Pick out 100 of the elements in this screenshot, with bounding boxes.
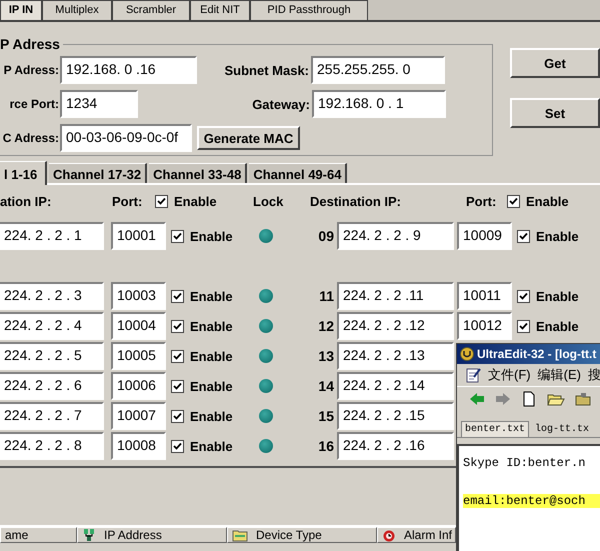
file-tab[interactable]: log-tt.tx <box>532 422 592 437</box>
destination-ip-field[interactable]: 224. 2 . 2 .15 <box>337 402 454 430</box>
action-button[interactable]: Get <box>510 48 600 78</box>
checkbox-label: Enable <box>190 228 233 244</box>
window-title: UltraEdit-32 - [log-tt.t <box>477 347 596 361</box>
field-label: P Adress: <box>2 63 60 77</box>
list-column-header[interactable]: IP Address <box>77 527 227 543</box>
menu-item[interactable]: 编辑(E) <box>538 366 581 384</box>
tab[interactable]: Scrambler <box>112 0 190 20</box>
action-button[interactable]: Set <box>510 98 600 128</box>
column-header: Destination IP: <box>310 194 402 208</box>
channel-number: 09 <box>318 228 334 244</box>
menu-item[interactable]: 搜 <box>588 366 600 384</box>
mac-address-field[interactable]: 00-03-06-09-0c-0f <box>60 124 192 152</box>
generate-mac-button[interactable]: Generate MAC <box>197 126 300 150</box>
destination-ip-field[interactable]: 224. 2 . 2 .11 <box>337 282 454 310</box>
channel-tab[interactable]: l 1-16 <box>0 161 47 185</box>
checkbox-label: Enable <box>536 228 579 244</box>
destination-ip-field[interactable]: 224. 2 . 2 .14 <box>337 372 454 400</box>
checkbox[interactable] <box>517 290 530 302</box>
checkbox[interactable] <box>171 350 184 362</box>
destination-ip-field[interactable]: 224. 2 . 2 .12 <box>337 312 454 340</box>
checkbox[interactable] <box>517 230 530 242</box>
column-header: ation IP: <box>0 194 52 208</box>
port-field[interactable]: 10003 <box>111 282 166 310</box>
new-file-icon[interactable] <box>521 391 537 407</box>
destination-ip-field[interactable]: 224. 2 . 2 . 9 <box>337 222 454 250</box>
tab[interactable]: IP IN <box>0 0 42 20</box>
checkbox[interactable] <box>155 194 168 208</box>
destination-ip-field[interactable]: 224. 2 . 2 . 7 <box>0 402 104 430</box>
tab[interactable]: Edit NIT <box>190 0 250 20</box>
subnet-mask-field[interactable]: 255.255.255. 0 <box>311 56 445 84</box>
field-label: rce Port: <box>8 97 60 111</box>
list-column-header[interactable]: Device Type <box>227 527 377 543</box>
checkbox[interactable] <box>507 194 520 208</box>
channel-number: 16 <box>318 438 334 454</box>
destination-ip-field[interactable]: 224. 2 . 2 . 5 <box>0 342 104 370</box>
menu-item[interactable]: 文件(F) <box>488 366 531 384</box>
checkbox[interactable] <box>171 380 184 392</box>
checkbox-label: Enable <box>190 408 233 424</box>
port-field[interactable]: 10012 <box>457 312 512 340</box>
checkbox-label: Enable <box>190 318 233 334</box>
port-field[interactable]: 10005 <box>111 342 166 370</box>
destination-ip-field[interactable]: 224. 2 . 2 . 6 <box>0 372 104 400</box>
text-line: Skype ID:benter.n <box>463 456 586 470</box>
channel-tab[interactable]: Channel 49-64 <box>249 163 348 183</box>
field-label: Gateway: <box>251 96 311 112</box>
checkbox[interactable] <box>171 410 184 422</box>
checkbox[interactable] <box>517 320 530 332</box>
list-column-header[interactable]: Alarm Inf <box>377 527 456 543</box>
port-field[interactable]: 10008 <box>111 432 166 460</box>
notepad-icon <box>465 367 481 383</box>
checkbox-label: Enable <box>526 194 569 208</box>
folder-icon <box>232 528 248 542</box>
destination-ip-field[interactable]: 224. 2 . 2 . 4 <box>0 312 104 340</box>
tab[interactable]: PID Passthrough <box>250 0 368 20</box>
checkbox-label: Enable <box>536 288 579 304</box>
checkbox[interactable] <box>171 320 184 332</box>
checkbox-label: Enable <box>536 318 579 334</box>
network-icon <box>82 528 96 542</box>
field-label: Subnet Mask: <box>223 62 310 78</box>
channel-tab[interactable]: Channel 33-48 <box>149 163 248 183</box>
destination-ip-field[interactable]: 224. 2 . 2 .16 <box>337 432 454 460</box>
port-field[interactable]: 10004 <box>111 312 166 340</box>
channel-tab[interactable]: Channel 17-32 <box>49 163 148 183</box>
channel-number: 13 <box>318 348 334 364</box>
app-logo-icon <box>460 347 474 361</box>
port-field[interactable]: 10007 <box>111 402 166 430</box>
port-field[interactable]: 10006 <box>111 372 166 400</box>
destination-ip-field[interactable]: 224. 2 . 2 .13 <box>337 342 454 370</box>
source-port-field[interactable]: 1234 <box>60 90 138 118</box>
checkbox-label: Enable <box>190 348 233 364</box>
column-header: Lock <box>253 194 284 208</box>
ip-address-field[interactable]: 192.168. 0 .16 <box>60 56 197 84</box>
column-header: Port: <box>112 194 144 208</box>
list-column-header[interactable]: ame <box>0 527 77 543</box>
checkbox-label: Enable <box>190 438 233 454</box>
folder-icon[interactable] <box>575 391 591 407</box>
channel-number: 14 <box>318 378 334 394</box>
gateway-field[interactable]: 192.168. 0 . 1 <box>312 90 446 118</box>
checkbox[interactable] <box>171 290 184 302</box>
port-field[interactable]: 10001 <box>111 222 166 250</box>
port-field[interactable]: 10011 <box>457 282 512 310</box>
field-label: C Adress: <box>2 131 60 145</box>
column-header: Port: <box>466 194 498 208</box>
port-field[interactable]: 10009 <box>457 222 512 250</box>
checkbox-label: Enable <box>190 288 233 304</box>
destination-ip-field[interactable]: 224. 2 . 2 . 1 <box>0 222 104 250</box>
group-title: P Adress <box>0 36 61 52</box>
checkbox-label: Enable <box>190 378 233 394</box>
file-tab[interactable]: benter.txt <box>461 421 530 437</box>
checkbox[interactable] <box>171 440 184 452</box>
destination-ip-field[interactable]: 224. 2 . 2 . 3 <box>0 282 104 310</box>
destination-ip-field[interactable]: 224. 2 . 2 . 8 <box>0 432 104 460</box>
tab[interactable]: Multiplex <box>42 0 112 20</box>
channel-number: 11 <box>319 288 334 304</box>
checkbox[interactable] <box>171 230 184 242</box>
channel-number: 12 <box>318 318 334 334</box>
alarm-clock-icon <box>382 528 396 542</box>
channel-number: 15 <box>318 408 334 424</box>
